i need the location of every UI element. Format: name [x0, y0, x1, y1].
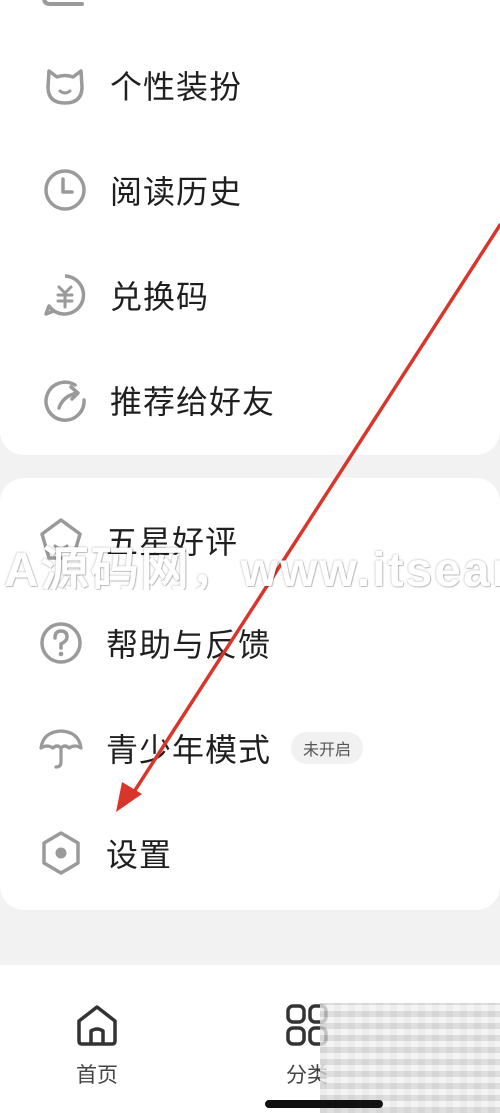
cat-icon — [40, 60, 90, 110]
question-icon — [36, 618, 86, 668]
menu-item-recommend-friend[interactable]: 推荐给好友 — [0, 355, 500, 445]
menu-item-help-feedback[interactable]: 帮助与反馈 — [0, 598, 500, 688]
youth-mode-status-badge: 未开启 — [291, 732, 364, 764]
menu-item-settings[interactable]: 设置 — [0, 808, 500, 898]
clock-icon — [40, 165, 90, 215]
menu-item-redeem-code[interactable]: 兑换码 — [0, 250, 500, 340]
menu-card-primary: 个性装扮 阅读历史 兑换码 推荐给好友 — [0, 0, 500, 455]
home-indicator[interactable] — [265, 1100, 383, 1108]
menu-card-secondary: 五星好评 帮助与反馈 青少年模式 未开启 设置 — [0, 478, 500, 910]
menu-item-label: 青少年模式 — [106, 731, 272, 769]
menu-item-label: 五星好评 — [106, 523, 239, 561]
menu-item-five-star-review[interactable]: 五星好评 — [0, 495, 500, 585]
partial-icon — [42, 0, 84, 6]
menu-item-label: 设置 — [106, 836, 173, 874]
menu-item-personal-dressup[interactable]: 个性装扮 — [0, 40, 500, 130]
tab-label: 首页 — [76, 1063, 118, 1087]
hexagon-gear-icon — [36, 828, 86, 878]
menu-item-label: 阅读历史 — [110, 173, 243, 211]
coupon-icon — [40, 270, 90, 320]
menu-item-reading-history[interactable]: 阅读历史 — [0, 145, 500, 235]
umbrella-icon — [36, 723, 86, 773]
menu-item-label: 推荐给好友 — [110, 383, 276, 421]
tab-home[interactable]: 首页 — [73, 1001, 121, 1089]
home-icon — [77, 1005, 117, 1046]
menu-item-youth-mode[interactable]: 青少年模式 未开启 — [0, 703, 500, 793]
menu-item-label: 帮助与反馈 — [106, 626, 272, 664]
share-icon — [40, 375, 90, 425]
menu-item-label: 兑换码 — [110, 278, 210, 316]
star-icon — [36, 515, 86, 565]
menu-item-label: 个性装扮 — [110, 68, 243, 106]
pixelated-overlay — [320, 1003, 500, 1113]
